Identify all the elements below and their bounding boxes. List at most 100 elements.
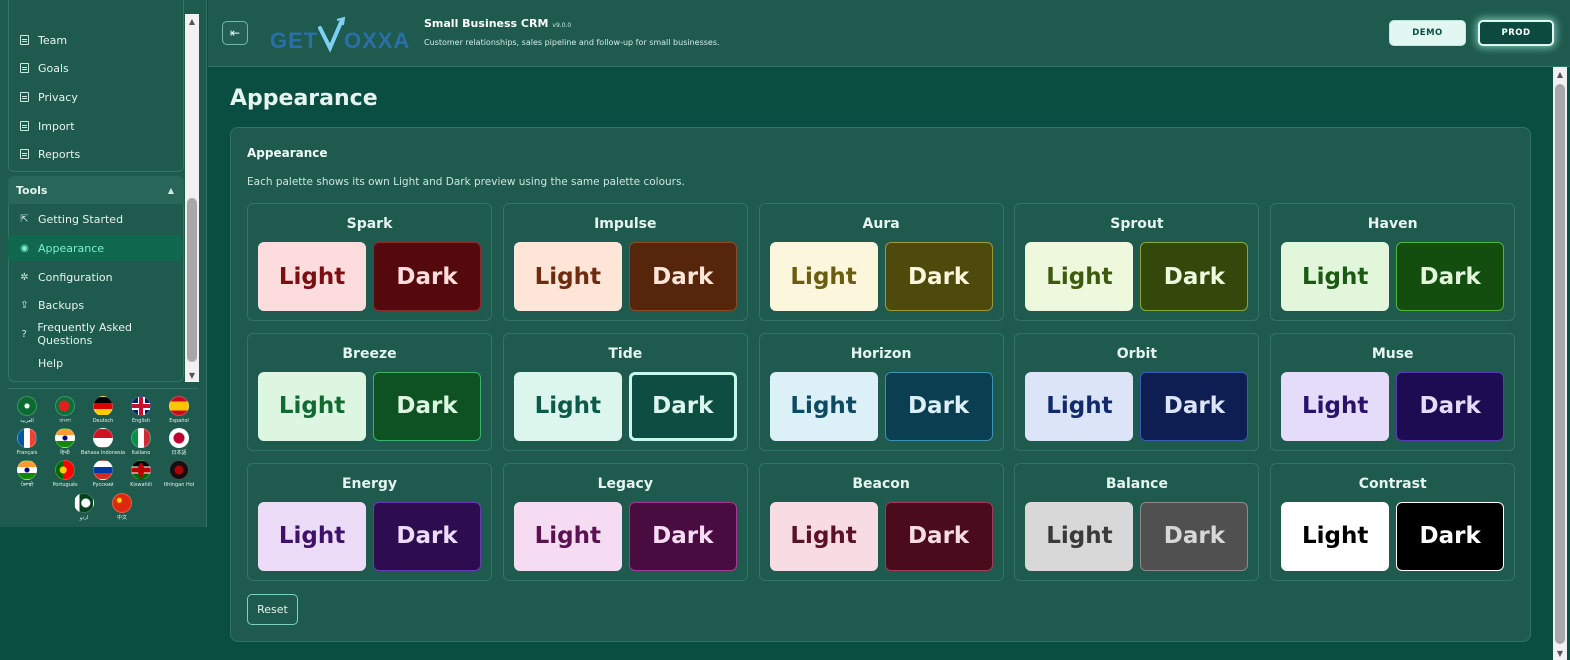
sidebar-item-reports[interactable]: Reports: [8, 141, 182, 167]
palette-light-button[interactable]: Light: [258, 501, 366, 571]
scroll-up-arrow-icon[interactable]: ▲: [1553, 67, 1567, 81]
palette-dark-button[interactable]: Dark: [1140, 242, 1249, 311]
palette-light-button[interactable]: Light: [513, 501, 622, 571]
scroll-down-arrow-icon[interactable]: ▼: [1553, 646, 1567, 660]
palette-dark-button[interactable]: Dark: [1396, 242, 1505, 311]
prod-env-button[interactable]: PROD: [1478, 20, 1554, 46]
palette-dark-button[interactable]: Dark: [373, 371, 481, 441]
palette-dark-button[interactable]: Dark: [1140, 371, 1249, 441]
palette-dark-button[interactable]: Dark: [628, 501, 737, 571]
language-option-russia[interactable]: Русский: [86, 460, 120, 492]
sidebar-item-appearance[interactable]: ◉ Appearance: [8, 235, 182, 261]
palette-dark-button[interactable]: Dark: [1396, 371, 1505, 441]
scroll-up-arrow-icon[interactable]: ▲: [185, 14, 199, 28]
sidebar-item-label: Help: [38, 356, 64, 370]
sidebar-scrollbar[interactable]: ▲ ▼: [185, 14, 199, 382]
reset-button[interactable]: Reset: [247, 594, 298, 625]
language-option-japan[interactable]: 日本語: [162, 428, 196, 460]
language-option-bangladesh[interactable]: বাংলা: [48, 396, 82, 428]
collapse-sidebar-button[interactable]: ⇤: [222, 21, 248, 45]
palette-dark-button[interactable]: Dark: [373, 242, 481, 311]
language-label: Français: [16, 450, 38, 456]
palette-dark-button[interactable]: Dark: [884, 501, 993, 571]
sidebar-item-frequently-asked-questions[interactable]: ? Frequently Asked Questions: [8, 321, 182, 347]
language-label: tlhIngan Hol: [163, 482, 195, 488]
sidebar-item-getting-started[interactable]: ⇱ Getting Started: [8, 206, 182, 232]
card-title: Appearance: [247, 146, 328, 160]
sidebar-item-goals[interactable]: Goals: [8, 55, 182, 81]
language-option-pakistan[interactable]: اردو: [67, 493, 101, 525]
palette-light-button[interactable]: Light: [1281, 242, 1390, 311]
palette-orbit: Orbit Light Dark: [1014, 332, 1260, 451]
main-scrollbar-thumb[interactable]: [1555, 84, 1565, 644]
language-label: Русский: [92, 482, 114, 488]
palette-light-button[interactable]: Light: [1025, 371, 1134, 441]
sidebar-item-import[interactable]: Import: [8, 113, 182, 139]
sidebar-item-label: Configuration: [38, 270, 113, 284]
palette-sprout: Sprout Light Dark: [1014, 203, 1260, 321]
palette-light-button[interactable]: Light: [258, 371, 366, 441]
main-scrollbar[interactable]: ▲ ▼: [1553, 67, 1567, 660]
palette-light-button[interactable]: Light: [1281, 371, 1390, 441]
india-flag-icon: [17, 460, 37, 480]
palette-dark-button[interactable]: Dark: [628, 242, 737, 311]
palette-spark: Spark Light Dark: [247, 203, 492, 321]
language-option-italy[interactable]: Italiano: [124, 428, 158, 460]
sidebar-scrollbar-thumb[interactable]: [187, 198, 197, 362]
palette-name: Spark: [346, 216, 393, 232]
language-label: Deutsch: [92, 418, 114, 424]
scroll-down-arrow-icon[interactable]: ▼: [185, 368, 199, 382]
language-selector: العربية বাংলা Deutsch English Español Françai…: [8, 388, 198, 524]
help-circle-icon: ?: [21, 328, 27, 340]
demo-env-button[interactable]: DEMO: [1389, 20, 1466, 46]
app-title: Small Business CRM v9.0.0: [424, 17, 571, 30]
palette-light-button[interactable]: Light: [258, 242, 366, 311]
language-option-kenya[interactable]: Kiswahili: [124, 460, 158, 492]
language-label: العربية: [20, 418, 34, 424]
sidebar-nav: Team Goals Privacy Import Reports Tools ▲ ⇱ G…: [0, 0, 200, 382]
language-option-klingon[interactable]: tlhIngan Hol: [162, 460, 196, 492]
palette-dark-button[interactable]: Dark: [1140, 501, 1249, 571]
language-label: 中文: [116, 515, 127, 521]
sidebar: Team Goals Privacy Import Reports Tools ▲ ⇱ G…: [0, 0, 207, 527]
sidebar-item-privacy[interactable]: Privacy: [8, 84, 182, 110]
palette-dark-button[interactable]: Dark: [884, 242, 993, 311]
tools-section-toggle[interactable]: Tools ▲: [8, 176, 184, 204]
gear-icon: ✲: [20, 271, 29, 283]
sidebar-item-help[interactable]: Help: [8, 350, 182, 376]
palette-light-button[interactable]: Light: [769, 371, 878, 441]
language-option-indonesia[interactable]: Bahasa Indonesia: [81, 428, 125, 460]
palette-name: Contrast: [1358, 475, 1427, 492]
brand-logo-graphic: GET OXXA: [270, 16, 409, 53]
document-icon: [19, 149, 30, 160]
palette-light-button[interactable]: Light: [1025, 242, 1134, 311]
language-option-saudi-arabia[interactable]: العربية: [10, 396, 44, 428]
chevron-up-icon: ▲: [167, 185, 174, 195]
palette-dark-button[interactable]: Dark: [1396, 501, 1505, 571]
palette-light-button[interactable]: Light: [513, 242, 622, 311]
language-option-uk[interactable]: English: [124, 396, 158, 428]
palette-dark-button[interactable]: Dark: [628, 371, 737, 441]
sidebar-item-team[interactable]: Team: [8, 27, 182, 53]
palette-dark-button[interactable]: Dark: [884, 371, 993, 441]
language-option-portugal[interactable]: Português: [48, 460, 82, 492]
palette-dark-button[interactable]: Dark: [373, 501, 481, 571]
language-option-china[interactable]: 中文: [105, 493, 139, 525]
language-option-spain[interactable]: Español: [162, 396, 196, 428]
palette-beacon: Beacon Light Dark: [758, 462, 1004, 581]
palette-light-button[interactable]: Light: [769, 242, 878, 311]
language-label: Español: [169, 418, 189, 424]
language-option-india[interactable]: ਪੰਜਾਬੀ: [10, 460, 44, 492]
palette-light-button[interactable]: Light: [1025, 501, 1134, 571]
sidebar-item-configuration[interactable]: ✲ Configuration: [8, 264, 182, 290]
palette-light-button[interactable]: Light: [1281, 501, 1390, 571]
palette-light-button[interactable]: Light: [513, 371, 622, 441]
app-title-text: Small Business CRM: [424, 17, 549, 30]
language-option-india[interactable]: हिन्दी: [48, 428, 82, 460]
palette-light-button[interactable]: Light: [769, 501, 878, 571]
language-option-germany[interactable]: Deutsch: [86, 396, 120, 428]
language-option-france[interactable]: Français: [10, 428, 44, 460]
indonesia-flag-icon: [93, 428, 113, 448]
sidebar-item-backups[interactable]: ⇪ Backups: [8, 292, 182, 318]
document-icon: [19, 63, 30, 74]
